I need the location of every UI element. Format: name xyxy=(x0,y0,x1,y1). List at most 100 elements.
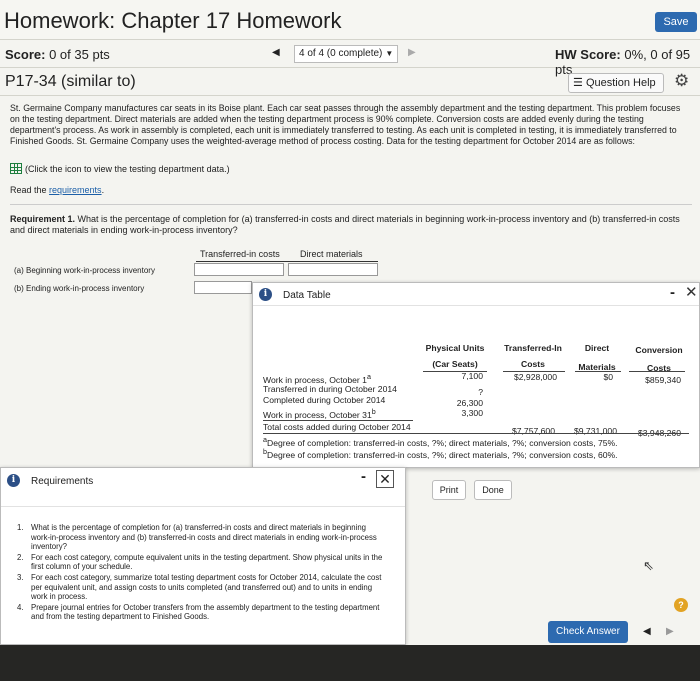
question-selector-label: 4 of 4 (0 complete) xyxy=(299,48,383,59)
problem-text: St. Germaine Company manufactures car se… xyxy=(10,103,681,146)
footnote-b-text: Degree of completion: transferred-in cos… xyxy=(266,449,618,460)
item-text: Prepare journal entries for October tran… xyxy=(31,602,380,622)
item-text: What is the percentage of completion for… xyxy=(31,523,377,552)
requirement-1-label: Requirement 1. xyxy=(10,214,76,224)
requirements-list: 1. What is the percentage of completion f… xyxy=(17,523,387,623)
dialog-separator xyxy=(1,506,405,507)
row-label-beginning-wip: (a) Beginning work-in-process inventory xyxy=(14,266,155,275)
homework-title: Homework: Chapter 17 Homework xyxy=(4,8,342,33)
header-direct: Direct xyxy=(584,343,610,353)
done-button[interactable]: Done xyxy=(474,480,512,500)
item-text: For each cost category, compute equivale… xyxy=(31,552,383,572)
header-conversion: Conversion xyxy=(635,345,683,355)
click-instruction: (Click the icon to view the testing depa… xyxy=(25,163,230,174)
data-table-dialog: i Data Table - ✕ Physical Units (Car Sea… xyxy=(252,282,700,468)
header-rule xyxy=(196,261,378,262)
question-bar: P17-34 (similar to) ☰ Question Help ⚙ xyxy=(0,68,700,96)
cell-units: ? xyxy=(478,387,483,397)
cell-units: 3,300 xyxy=(461,408,483,418)
minimize-icon[interactable]: - xyxy=(670,284,675,301)
list-item: 3. For each cost category, summarize tota… xyxy=(17,573,387,602)
score-display: Score: 0 of 35 pts xyxy=(5,47,110,62)
row-label-ending-wip: (b) Ending work-in-process inventory xyxy=(14,284,145,293)
previous-icon[interactable]: ◀ xyxy=(643,626,651,637)
requirement-1-text: What is the percentage of completion for… xyxy=(10,214,680,235)
footnote-marker: a xyxy=(366,373,371,381)
header-transferred-costs: Costs xyxy=(521,359,545,369)
cell-transferred: $2,928,000 xyxy=(513,372,557,382)
row-label: Completed during October 2014 xyxy=(263,395,386,405)
item-number: 3. xyxy=(17,572,24,582)
requirements-title: Requirements xyxy=(31,476,94,487)
header-rule-conversion xyxy=(629,371,685,372)
previous-question-icon[interactable]: ◀ xyxy=(272,47,280,58)
cell-units: 7,100 xyxy=(461,371,483,381)
question-help-button[interactable]: ☰ Question Help xyxy=(568,73,664,93)
col-header-direct-materials: Direct materials xyxy=(300,249,363,259)
data-table-link[interactable]: (Click the icon to view the testing depa… xyxy=(10,163,230,174)
requirement-1-prompt: Requirement 1. What is the percentage of… xyxy=(10,214,680,236)
info-icon: i xyxy=(7,474,20,487)
footnote-a: aDegree of completion: transferred-in co… xyxy=(263,436,618,448)
header-transferred-in: Transferred-In xyxy=(504,343,562,353)
header-car-seats: (Car Seats) xyxy=(432,359,478,369)
homework-screen: Homework: Chapter 17 Homework Save Score… xyxy=(0,0,700,645)
cell-conversion: $859,340 xyxy=(645,375,681,385)
top-bar: Homework: Chapter 17 Homework Save xyxy=(0,0,700,40)
mouse-cursor-icon: ⇖ xyxy=(643,558,654,573)
row-label: Work in process, October 31b xyxy=(263,408,376,420)
footnote-marker: b xyxy=(371,408,376,416)
dialog-separator xyxy=(253,305,699,306)
question-title: P17-34 (similar to) xyxy=(5,73,136,90)
list-icon: ☰ xyxy=(573,77,583,89)
score-bar: Score: 0 of 35 pts ◀ 4 of 4 (0 complete)… xyxy=(0,40,700,77)
help-icon[interactable]: ? xyxy=(674,598,688,612)
chevron-down-icon: ▼ xyxy=(385,49,394,58)
footnote-b: bDegree of completion: transferred-in co… xyxy=(263,448,618,460)
check-answer-button[interactable]: Check Answer xyxy=(548,621,628,643)
cell-units: 26,300 xyxy=(456,398,483,408)
question-selector[interactable]: 4 of 4 (0 complete) ▼ xyxy=(294,45,398,63)
cell-materials: $0 xyxy=(603,372,613,382)
row-rule xyxy=(263,420,413,421)
table-icon[interactable] xyxy=(10,163,22,174)
ending-transferred-in-input[interactable] xyxy=(194,281,252,294)
bottom-bezel xyxy=(0,645,700,681)
col-header-transferred-in: Transferred-in costs xyxy=(200,249,280,259)
save-button[interactable]: Save xyxy=(655,12,697,32)
read-prefix: Read the xyxy=(10,185,50,195)
requirements-link[interactable]: requirements xyxy=(49,185,102,195)
item-number: 1. xyxy=(17,523,24,532)
beginning-direct-materials-input[interactable] xyxy=(288,263,378,276)
gear-icon[interactable]: ⚙ xyxy=(674,71,689,91)
close-icon[interactable]: ✕ xyxy=(376,470,394,488)
next-question-icon[interactable]: ▶ xyxy=(408,47,416,58)
info-icon: i xyxy=(259,288,272,301)
hw-score-label: HW Score: xyxy=(555,47,621,62)
row-label: Transferred in during October 2014 xyxy=(263,384,397,394)
beginning-transferred-in-input[interactable] xyxy=(194,263,284,276)
minimize-icon[interactable]: - xyxy=(361,468,366,485)
read-suffix: . xyxy=(101,185,105,195)
header-physical-units: Physical Units xyxy=(425,343,485,353)
cell-transferred: $7,757,600 xyxy=(511,426,555,436)
list-item: 2. For each cost category, compute equiva… xyxy=(17,553,387,572)
score-label: Score: xyxy=(5,47,46,62)
row-label: Total costs added during October 2014 xyxy=(263,422,411,432)
score-value: 0 of 35 pts xyxy=(49,47,110,62)
list-item: 4. Prepare journal entries for October tr… xyxy=(17,603,387,622)
footnote-a-text: Degree of completion: transferred-in cos… xyxy=(266,437,618,448)
next-icon[interactable]: ▶ xyxy=(666,626,674,637)
cell-materials: $9,731,000 xyxy=(573,426,617,436)
item-number: 2. xyxy=(17,552,24,562)
print-button[interactable]: Print xyxy=(432,480,466,500)
requirements-dialog: i Requirements - ✕ 1. What is the percent… xyxy=(0,467,406,645)
list-item: 1. What is the percentage of completion f… xyxy=(17,523,387,552)
row-label-text: Work in process, October 31 xyxy=(263,409,372,420)
read-requirements-line: Read the requirements. xyxy=(10,185,104,195)
divider xyxy=(10,204,692,205)
data-table-title: Data Table xyxy=(283,290,331,301)
close-icon[interactable]: ✕ xyxy=(685,283,698,301)
item-number: 4. xyxy=(17,602,24,612)
question-help-label: Question Help xyxy=(585,77,656,89)
